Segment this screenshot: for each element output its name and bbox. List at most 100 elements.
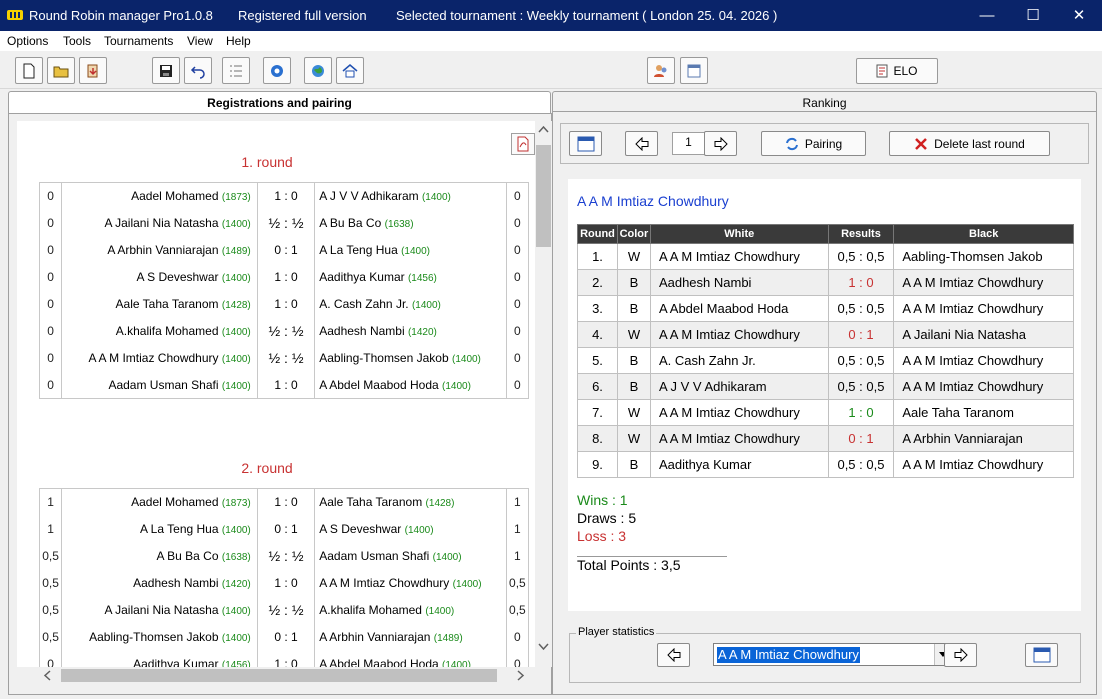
maximize-button[interactable]: ☐ xyxy=(1010,0,1056,31)
black-player[interactable]: A. Cash Zahn Jr. (1400) xyxy=(314,290,507,318)
web-button[interactable] xyxy=(304,57,332,84)
pairing-row[interactable]: 0 Aadithya Kumar (1456) 1 : 0A Abdel Maabo… xyxy=(40,650,529,667)
white-player[interactable]: Aale Taha Taranom (1428) xyxy=(61,290,258,318)
elo-button[interactable]: ELO xyxy=(856,58,938,84)
menu-tools[interactable]: Tools xyxy=(63,34,91,48)
white-player[interactable]: Aadel Mohamed (1873) xyxy=(61,488,258,516)
white-player[interactable]: A.khalifa Mohamed (1400) xyxy=(61,317,258,345)
pairing-row[interactable]: 0,5 A Bu Ba Co (1638) ½ : ½ Aadam Usman Sha… xyxy=(40,542,529,570)
pairing-result[interactable]: 1 : 0 xyxy=(257,650,316,667)
pairing-result[interactable]: 0 : 1 xyxy=(257,623,316,651)
black-player[interactable]: A S Deveshwar (1400) xyxy=(314,515,507,543)
player-table-button[interactable] xyxy=(1025,643,1058,667)
pairing-row[interactable]: 1A La Teng Hua (1400) 0 : 1A S Deveshwar … xyxy=(40,515,529,543)
new-button[interactable] xyxy=(15,57,43,84)
vertical-scrollbar[interactable] xyxy=(535,121,552,667)
pairing-button[interactable]: Pairing xyxy=(761,131,866,156)
pairing-result[interactable]: 1 : 0 xyxy=(257,182,316,210)
next-round-button[interactable] xyxy=(704,131,737,156)
pairing-row[interactable]: 0A S Deveshwar (1400) 1 : 0 Aadithya Kumar… xyxy=(40,263,529,291)
pairing-row[interactable]: 0A Arbhin Vanniarajan (1489) 0 : 1A La Te… xyxy=(40,236,529,264)
black-player[interactable]: Aadam Usman Shafi (1400) xyxy=(314,542,507,570)
minimize-button[interactable]: — xyxy=(964,0,1010,31)
menu-options[interactable]: Options xyxy=(7,34,48,48)
pairing-result[interactable]: 0 : 1 xyxy=(257,236,316,264)
players-button[interactable] xyxy=(647,57,675,84)
scroll-thumb[interactable] xyxy=(536,145,551,247)
pairing-result[interactable]: ½ : ½ xyxy=(257,209,316,237)
pairing-row[interactable]: 0 A.khalifa Mohamed (1400) ½ : ½ Aadhesh Na… xyxy=(40,317,529,345)
white-player[interactable]: A Bu Ba Co (1638) xyxy=(61,542,258,570)
black-player[interactable]: Aale Taha Taranom (1428) xyxy=(314,488,507,516)
white-player[interactable]: Aadhesh Nambi (1420) xyxy=(61,569,258,597)
white-player[interactable]: A S Deveshwar (1400) xyxy=(61,263,258,291)
pairing-result[interactable]: ½ : ½ xyxy=(257,317,316,345)
pairing-result[interactable]: ½ : ½ xyxy=(257,542,316,570)
scroll-left-icon[interactable] xyxy=(43,670,51,681)
import-button[interactable] xyxy=(79,57,107,84)
scroll-down-icon[interactable] xyxy=(538,643,549,651)
pairing-result[interactable]: ½ : ½ xyxy=(257,344,316,372)
pairing-row[interactable]: 0A Jailani Nia Natasha (1400) ½ : ½A Bu B… xyxy=(40,209,529,237)
close-button[interactable]: ✕ xyxy=(1056,0,1102,31)
pairing-row[interactable]: 0A A M Imtiaz Chowdhury (1400) ½ : ½ Aabli… xyxy=(40,344,529,372)
pairing-row[interactable]: 0 Aadel Mohamed (1873) 1 : 0A J V V Adhika… xyxy=(40,182,529,210)
black-player[interactable]: A Abdel Maabod Hoda (1400) xyxy=(314,371,507,399)
black-player[interactable]: A Arbhin Vanniarajan (1489) xyxy=(314,623,507,651)
scroll-thumb[interactable] xyxy=(61,669,497,682)
black-player[interactable]: Aadithya Kumar (1456) xyxy=(314,263,507,291)
black-player[interactable]: Aabling-Thomsen Jakob (1400) xyxy=(314,344,507,372)
black-player[interactable]: A La Teng Hua (1400) xyxy=(314,236,507,264)
black-player[interactable]: A J V V Adhikaram (1400) xyxy=(314,182,507,210)
white-player[interactable]: A A M Imtiaz Chowdhury (1400) xyxy=(61,344,258,372)
previous-round-button[interactable] xyxy=(625,131,658,156)
pairing-row[interactable]: 0,5 Aabling-Thomsen Jakob (1400) 0 : 1A Ar… xyxy=(40,623,529,651)
list-button[interactable] xyxy=(222,57,250,84)
horizontal-scrollbar[interactable] xyxy=(17,667,535,684)
pairing-result[interactable]: 1 : 0 xyxy=(257,488,316,516)
pairing-result[interactable]: ½ : ½ xyxy=(257,596,316,624)
home-button[interactable] xyxy=(336,57,364,84)
export-pdf-button[interactable] xyxy=(511,133,535,155)
menu-help[interactable]: Help xyxy=(226,34,251,48)
open-button[interactable] xyxy=(47,57,75,84)
black-player[interactable]: A.khalifa Mohamed (1400) xyxy=(314,596,507,624)
previous-player-button[interactable] xyxy=(657,643,690,667)
white-player[interactable]: A Jailani Nia Natasha (1400) xyxy=(61,209,258,237)
calendar-button[interactable] xyxy=(680,57,708,84)
white-player[interactable]: Aadithya Kumar (1456) xyxy=(61,650,258,667)
white-player[interactable]: A La Teng Hua (1400) xyxy=(61,515,258,543)
pairing-row[interactable]: 0 Aale Taha Taranom (1428) 1 : 0 A. Cash Za… xyxy=(40,290,529,318)
delete-last-round-button[interactable]: Delete last round xyxy=(889,131,1050,156)
pairing-result[interactable]: 1 : 0 xyxy=(257,569,316,597)
tab-registrations[interactable]: Registrations and pairing xyxy=(8,91,551,114)
undo-button[interactable] xyxy=(184,57,212,84)
white-player[interactable]: A Jailani Nia Natasha (1400) xyxy=(61,596,258,624)
pairing-result[interactable]: 0 : 1 xyxy=(257,515,316,543)
player-select[interactable]: A A M Imtiaz Chowdhury xyxy=(713,643,952,666)
white-player[interactable]: Aadel Mohamed (1873) xyxy=(61,182,258,210)
pairing-row[interactable]: 1 Aadel Mohamed (1873) 1 : 0 Aale Taha Tara… xyxy=(40,488,529,516)
pairing-result[interactable]: 1 : 0 xyxy=(257,290,316,318)
pairing-result[interactable]: 1 : 0 xyxy=(257,371,316,399)
white-player[interactable]: Aabling-Thomsen Jakob (1400) xyxy=(61,623,258,651)
settings-button[interactable] xyxy=(263,57,291,84)
black-player[interactable]: A A M Imtiaz Chowdhury (1400) xyxy=(314,569,507,597)
scroll-right-icon[interactable] xyxy=(517,670,525,681)
pairing-row[interactable]: 0 Aadam Usman Shafi (1400) 1 : 0A Abdel Ma… xyxy=(40,371,529,399)
black-player[interactable]: A Abdel Maabod Hoda (1400) xyxy=(314,650,507,667)
save-button[interactable] xyxy=(152,57,180,84)
scroll-up-icon[interactable] xyxy=(538,125,549,133)
pairing-row[interactable]: 0,5 A Jailani Nia Natasha (1400) ½ : ½ A.kh… xyxy=(40,596,529,624)
pairing-result[interactable]: 1 : 0 xyxy=(257,263,316,291)
next-player-button[interactable] xyxy=(944,643,977,667)
white-player[interactable]: A Arbhin Vanniarajan (1489) xyxy=(61,236,258,264)
menu-view[interactable]: View xyxy=(187,34,213,48)
menu-tournaments[interactable]: Tournaments xyxy=(104,34,173,48)
black-player[interactable]: A Bu Ba Co (1638) xyxy=(314,209,507,237)
table-view-button[interactable] xyxy=(569,131,602,156)
white-player[interactable]: Aadam Usman Shafi (1400) xyxy=(61,371,258,399)
pairing-row[interactable]: 0,5 Aadhesh Nambi (1420) 1 : 0A A M Imtiaz… xyxy=(40,569,529,597)
round-number-field[interactable]: 1 xyxy=(672,132,705,155)
black-player[interactable]: Aadhesh Nambi (1420) xyxy=(314,317,507,345)
